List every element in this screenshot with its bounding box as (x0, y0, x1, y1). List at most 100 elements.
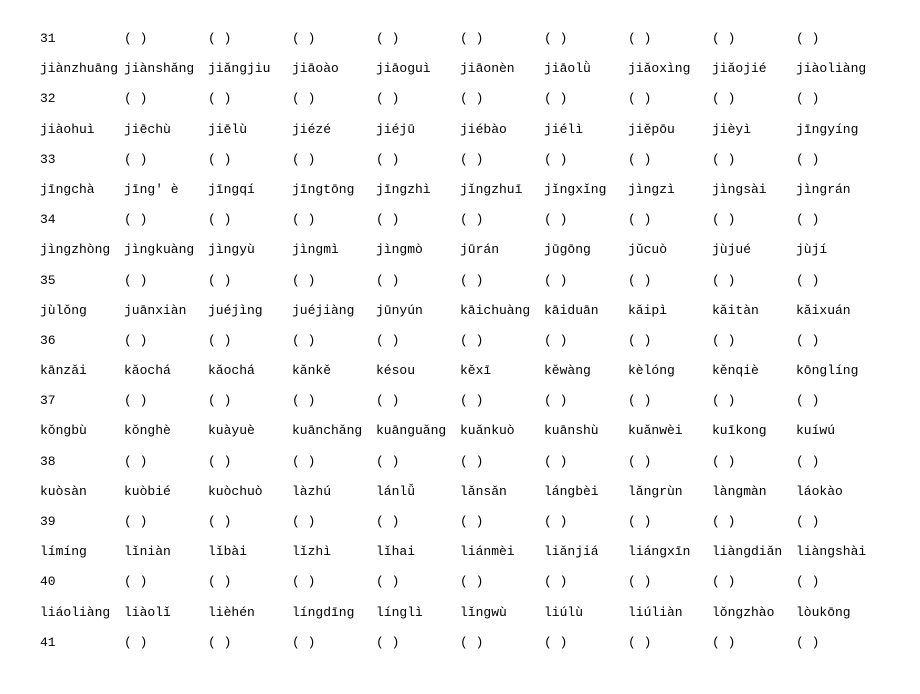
blank-cell: ( ) (460, 332, 544, 350)
pinyin-cell: jǔcuò (628, 241, 712, 259)
blank-parens: ( ) (208, 31, 231, 46)
pinyin-cell: jìngsài (712, 181, 796, 199)
pinyin-worksheet: 31( )( )( )( )( )( )( )( )( )jiànzhuāngj… (40, 30, 880, 652)
blank-cell: ( ) (124, 151, 208, 169)
blank-cell: ( ) (628, 151, 712, 169)
blank-parens: ( ) (712, 454, 735, 469)
blank-parens: ( ) (796, 393, 819, 408)
blank-cell: ( ) (376, 30, 460, 48)
pinyin-word: kuòbié (124, 484, 171, 499)
blank-parens: ( ) (208, 333, 231, 348)
pinyin-word: jiǎoxìng (628, 61, 690, 76)
blank-cell: ( ) (376, 90, 460, 108)
pinyin-word: juānxiàn (124, 303, 186, 318)
blank-parens: ( ) (712, 31, 735, 46)
blank-cell: ( ) (208, 151, 292, 169)
pinyin-word: jìngmì (292, 242, 339, 257)
blank-parens: ( ) (628, 393, 651, 408)
blank-cell: ( ) (124, 634, 208, 652)
blank-parens: ( ) (292, 393, 315, 408)
blank-parens: ( ) (124, 152, 147, 167)
blank-cell: ( ) (376, 151, 460, 169)
blank-parens: ( ) (376, 454, 399, 469)
blank-cell: ( ) (124, 272, 208, 290)
blank-row: 39( )( )( )( )( )( )( )( )( ) (40, 513, 880, 531)
blank-row: 33( )( )( )( )( )( )( )( )( ) (40, 151, 880, 169)
pinyin-cell: kuǎnwèi (628, 422, 712, 440)
pinyin-word: jìngrán (796, 182, 851, 197)
blank-row: 40( )( )( )( )( )( )( )( )( ) (40, 573, 880, 591)
pinyin-word: liúlù (544, 605, 583, 620)
blank-cell: ( ) (460, 90, 544, 108)
pinyin-word: kǎnkě (292, 363, 331, 378)
blank-cell: ( ) (544, 211, 628, 229)
pinyin-cell: jūrán (460, 241, 544, 259)
pinyin-word: jiāoào (292, 61, 339, 76)
pinyin-cell: lǐniàn (124, 543, 208, 561)
blank-cell: ( ) (292, 332, 376, 350)
blank-parens: ( ) (124, 212, 147, 227)
pinyin-cell: jìngzhòng (40, 241, 124, 259)
pinyin-cell: kǎitàn (712, 302, 796, 320)
pinyin-cell: láokào (796, 483, 880, 501)
pinyin-cell: kuīkong (712, 422, 796, 440)
blank-row: 34( )( )( )( )( )( )( )( )( ) (40, 211, 880, 229)
pinyin-cell: làzhú (292, 483, 376, 501)
blank-parens: ( ) (460, 31, 483, 46)
pinyin-cell: kānzǎi (40, 362, 124, 380)
blank-parens: ( ) (376, 212, 399, 227)
blank-cell: ( ) (208, 573, 292, 591)
pinyin-cell: kǎnkě (292, 362, 376, 380)
blank-cell: ( ) (124, 453, 208, 471)
blank-cell: ( ) (796, 90, 880, 108)
pinyin-cell: jīng' è (124, 181, 208, 199)
blank-parens: ( ) (124, 635, 147, 650)
blank-parens: ( ) (712, 273, 735, 288)
blank-parens: ( ) (796, 91, 819, 106)
pinyin-word: kāiduān (544, 303, 599, 318)
blank-parens: ( ) (460, 393, 483, 408)
blank-parens: ( ) (796, 212, 819, 227)
pinyin-cell: lǐhai (376, 543, 460, 561)
blank-cell: ( ) (124, 332, 208, 350)
blank-parens: ( ) (544, 333, 567, 348)
pinyin-word: jīngzhì (376, 182, 431, 197)
pinyin-cell: kuòsàn (40, 483, 124, 501)
pinyin-word: jǔcuò (628, 242, 667, 257)
pinyin-word: kǎitàn (712, 303, 759, 318)
pinyin-word: liàngdiǎn (712, 544, 782, 559)
pinyin-word: kuàyuè (208, 423, 255, 438)
pinyin-word: juéjìng (208, 303, 263, 318)
pinyin-cell: liǎnjiá (544, 543, 628, 561)
blank-parens: ( ) (208, 574, 231, 589)
pinyin-cell: lánlǚ (376, 483, 460, 501)
pinyin-cell: jūnyún (376, 302, 460, 320)
blank-parens: ( ) (628, 91, 651, 106)
pinyin-cell: kèlóng (628, 362, 712, 380)
pinyin-word: liángxīn (628, 544, 690, 559)
pinyin-cell: jiǎoxìng (628, 60, 712, 78)
pinyin-word: juéjiàng (292, 303, 354, 318)
blank-parens: ( ) (292, 574, 315, 589)
pinyin-word: kuānshù (544, 423, 599, 438)
blank-parens: ( ) (376, 635, 399, 650)
blank-parens: ( ) (376, 514, 399, 529)
blank-parens: ( ) (460, 333, 483, 348)
pinyin-cell: jiāonèn (460, 60, 544, 78)
pinyin-word: kānzǎi (40, 363, 87, 378)
blank-cell: ( ) (712, 453, 796, 471)
pinyin-word: jiǎngjiu (208, 61, 270, 76)
pinyin-word: kāichuàng (460, 303, 530, 318)
blank-parens: ( ) (544, 212, 567, 227)
pinyin-cell: kuānshù (544, 422, 628, 440)
pinyin-word: kěxī (460, 363, 491, 378)
pinyin-cell: kuàyuè (208, 422, 292, 440)
blank-parens: 32 (40, 91, 56, 106)
pinyin-cell: liúliàn (628, 604, 712, 622)
pinyin-word: jiàohuì (40, 122, 95, 137)
blank-cell: ( ) (292, 151, 376, 169)
blank-parens: ( ) (628, 212, 651, 227)
pinyin-word: lǐngwù (460, 605, 507, 620)
blank-parens: ( ) (292, 273, 315, 288)
blank-parens: ( ) (544, 393, 567, 408)
